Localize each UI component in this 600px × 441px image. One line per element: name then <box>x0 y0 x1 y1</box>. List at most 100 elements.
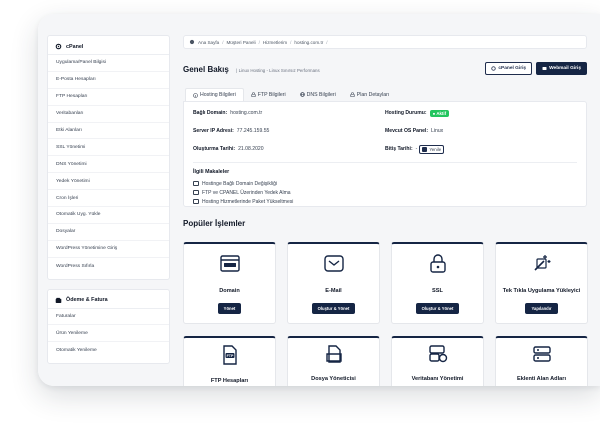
breadcrumb-separator: / <box>326 39 328 45</box>
page-subtitle-text: Linux Hosting - Linux Sınırsız Performan… <box>238 68 320 73</box>
tile-ssl-name: SSL <box>432 288 443 294</box>
articles-title: İlgili Makaleler <box>193 169 230 175</box>
cpanel-login-label: cPanel Giriş <box>498 65 527 71</box>
os-value: Linux <box>431 128 444 134</box>
end-label: Bitiş Tarihi: <box>385 146 413 152</box>
status-value: Aktif <box>436 110 447 116</box>
hosting-info-grid: Bağlı Domain: hosting.com.tr Hosting Duru… <box>193 108 577 154</box>
ftp-icon: FTP <box>222 345 238 370</box>
ip-row: Server IP Adresi: 77.245.159.55 <box>193 126 385 136</box>
sidebar-item-ftp-accounts[interactable]: FTP Hesapları <box>48 89 169 106</box>
ip-label: Server IP Adresi: <box>193 128 234 134</box>
sidebar-item-databases[interactable]: Veritabanları <box>48 106 169 123</box>
email-create-manage-button[interactable]: Oluştur & Yönet <box>311 303 356 314</box>
sidebar-item-ssl[interactable]: SSL Yönetimi <box>48 139 169 157</box>
sidebar-item-wordpress-reset[interactable]: WordPress Sıfırla <box>48 258 169 275</box>
home-icon[interactable] <box>189 39 195 45</box>
popular-actions-grid-2: FTP FTP Hesapları Dosya Yöneticisi Verit… <box>183 336 588 386</box>
breadcrumb-customer-panel[interactable]: Müşteri Paneli <box>226 40 255 45</box>
sidebar-item-auto-install[interactable]: Otomatik Uyg. Yükle <box>48 207 169 224</box>
sidebar-item-domains[interactable]: Etki Alanları <box>48 123 169 140</box>
book-icon <box>193 181 199 186</box>
cpanel-icon <box>491 65 497 71</box>
page-title-group: Genel Bakış | Linux Hosting - Linux Sını… <box>183 59 320 77</box>
sidebar-item-email-accounts[interactable]: E-Posta Hesapları <box>48 72 169 89</box>
sidebar-item-files[interactable]: Dosyalar <box>48 224 169 241</box>
article-link-text: Hosting Hizmetlerinde Paket Yükseltmesi <box>202 198 294 205</box>
tile-email-name: E-Mail <box>325 288 342 294</box>
book-icon <box>193 199 199 204</box>
installer-configure-button[interactable]: Yapılandır <box>525 303 558 314</box>
tab-dns-info[interactable]: DNS Bilgileri <box>293 88 343 101</box>
browser-icon <box>219 253 240 273</box>
article-link[interactable]: Hosting Hizmetlerinde Paket Yükseltmesi <box>193 197 577 206</box>
renew-label: Yenile <box>429 146 442 152</box>
renew-button[interactable]: Yenile <box>419 144 445 154</box>
sidebar-item-cron[interactable]: Cron İşleri <box>48 190 169 208</box>
os-row: Mevcut OS Panel: Linux <box>385 126 575 136</box>
globe-icon <box>299 92 305 97</box>
created-label: Oluşturma Tarihi: <box>193 146 236 152</box>
tab-plan-details-label: Plan Detayları <box>356 91 390 98</box>
tile-one-click-installer-name: Tek Tıkla Uygulama Yükleyici <box>502 288 581 294</box>
sidebar-billing-title: Ödeme & Fatura <box>66 297 108 304</box>
tab-ftp-info[interactable]: FTP Bilgileri <box>244 88 293 101</box>
ssl-create-manage-button[interactable]: Oluştur & Yönet <box>415 303 460 314</box>
tile-ssl: SSL Oluştur & Yönet <box>391 242 484 324</box>
magic-install-icon <box>532 253 552 273</box>
sidebar-item-dns[interactable]: DNS Yönetimi <box>48 156 169 174</box>
database-icon <box>428 345 448 368</box>
breadcrumb-separator: / <box>258 39 260 45</box>
lock-icon <box>350 92 355 97</box>
tile-ftp-accounts[interactable]: FTP FTP Hesapları <box>183 336 276 386</box>
sidebar-item-wordpress-login[interactable]: WordPress Yönetimine Giriş <box>48 241 169 258</box>
wallet-icon <box>55 297 62 304</box>
cpanel-login-button[interactable]: cPanel Giriş <box>485 61 533 75</box>
envelope-icon <box>323 253 344 273</box>
tile-addon-domains[interactable]: Eklenti Alan Adları <box>495 336 588 386</box>
end-value: - <box>415 146 418 152</box>
sidebar-item-backups[interactable]: Yedek Yönetimi <box>48 173 169 191</box>
article-link-text: FTP ve CPANEL Üzerinden Yedek Alma <box>202 189 291 196</box>
page-header: Genel Bakış | Linux Hosting - Linux Sını… <box>183 60 587 76</box>
popular-title: Popüler İşlemler <box>183 219 246 228</box>
sidebar-cpanel-heading: cPanel <box>48 39 169 55</box>
webmail-login-button[interactable]: Webmail Giriş <box>536 61 587 75</box>
tile-one-click-installer: Tek Tıkla Uygulama Yükleyici Yapılandır <box>495 242 588 324</box>
status-row: Hosting Durumu: ● Aktif <box>385 108 575 118</box>
book-icon <box>193 190 199 195</box>
tile-domain: Domain Yönet <box>183 242 276 324</box>
sidebar-cpanel-title: cPanel <box>66 43 84 50</box>
sidebar-item-invoices[interactable]: Faturalar <box>48 309 169 326</box>
renew-icon <box>422 146 428 152</box>
svg-text:FTP: FTP <box>226 354 233 358</box>
domain-icon <box>532 345 552 368</box>
breadcrumb-separator: / <box>222 39 224 45</box>
sidebar-item-auto-renewal[interactable]: Otomatik Yenileme <box>48 342 169 359</box>
sidebar-item-product-renewal[interactable]: Ürün Yenileme <box>48 325 169 343</box>
tab-dns-info-label: DNS Bilgileri <box>306 91 336 98</box>
tile-file-manager[interactable]: Dosya Yöneticisi <box>287 336 380 386</box>
app-window: cPanel Uygulama/Panel Bilgisi E-Posta He… <box>38 14 600 386</box>
tab-hosting-info[interactable]: Hosting Bilgileri <box>185 88 244 101</box>
domain-label: Bağlı Domain: <box>193 110 228 116</box>
tile-database-management-name: Veritabanı Yönetimi <box>411 376 464 382</box>
page-subtitle: | Linux Hosting - Linux Sınırsız Perform… <box>236 68 320 73</box>
tab-plan-details[interactable]: Plan Detayları <box>343 88 397 101</box>
tile-email: E-Mail Oluştur & Yönet <box>287 242 380 324</box>
domain-value: hosting.com.tr <box>230 110 263 116</box>
domain-row: Bağlı Domain: hosting.com.tr <box>193 108 385 118</box>
article-link[interactable]: Hostinge Bağlı Domain Değişikliği <box>193 179 577 188</box>
tile-database-management[interactable]: Veritabanı Yönetimi <box>391 336 484 386</box>
sidebar-cpanel-menu: cPanel Uygulama/Panel Bilgisi E-Posta He… <box>47 35 170 280</box>
ip-value: 77.245.159.55 <box>236 128 270 134</box>
breadcrumb-current: hosting.com.tr <box>294 39 324 45</box>
divider <box>193 162 577 163</box>
breadcrumb-services[interactable]: Hizmetlerim <box>263 40 287 45</box>
page-title: Genel Bakış <box>183 65 229 74</box>
domain-manage-button[interactable]: Yönet <box>217 303 242 314</box>
breadcrumb-home[interactable]: Ana Sayfa <box>198 40 219 45</box>
article-link[interactable]: FTP ve CPANEL Üzerinden Yedek Alma <box>193 188 577 197</box>
sidebar-item-app-info[interactable]: Uygulama/Panel Bilgisi <box>48 55 169 72</box>
popular-actions-grid: Domain Yönet E-Mail Oluştur & Yönet SSL … <box>183 242 588 324</box>
